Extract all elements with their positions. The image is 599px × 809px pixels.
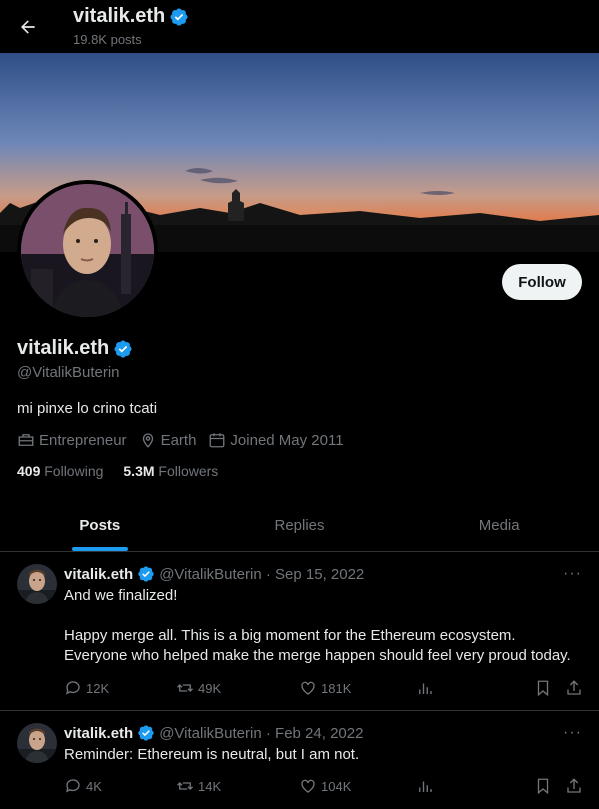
repost-button[interactable]: 49K	[176, 679, 221, 697]
repost-icon	[177, 684, 193, 692]
post-actions: 4K 14K 104K	[64, 777, 584, 797]
repost-icon	[177, 782, 193, 790]
tab-label: Media	[478, 517, 520, 534]
reply-count: 12K	[86, 680, 110, 696]
post-header: vitalik.eth @VitalikButerin · Sep 15, 20…	[64, 565, 364, 583]
reply-button[interactable]: 4K	[64, 777, 102, 795]
followers-count: 5.3M	[123, 463, 155, 479]
reply-count: 4K	[86, 778, 102, 794]
post-author-name[interactable]: vitalik.eth	[64, 566, 133, 583]
post-avatar[interactable]	[17, 723, 57, 763]
briefcase-icon	[18, 434, 34, 446]
verified-icon	[137, 724, 155, 742]
tab-posts[interactable]: Posts	[0, 500, 200, 551]
reply-icon	[65, 681, 80, 695]
bookmark-icon	[537, 680, 549, 697]
post-handle-date[interactable]: @VitalikButerin · Feb 24, 2022	[159, 725, 363, 742]
reply-icon	[65, 779, 80, 793]
repost-count: 49K	[198, 680, 222, 696]
like-button[interactable]: 104K	[299, 777, 351, 795]
follow-stats: 409 Following 5.3M Followers	[17, 463, 218, 479]
bookmark-icon	[537, 778, 549, 795]
verified-icon	[169, 7, 189, 27]
post-item[interactable]: vitalik.eth @VitalikButerin · Feb 24, 20…	[0, 711, 599, 809]
verified-icon	[137, 565, 155, 583]
followers-link[interactable]: 5.3M Followers	[123, 463, 218, 479]
post-text: And we finalized! Happy merge all. This …	[64, 586, 589, 666]
views-button[interactable]	[416, 777, 434, 795]
profile-avatar[interactable]	[17, 180, 158, 321]
meta-location: Earth	[139, 431, 197, 449]
reply-button[interactable]: 12K	[64, 679, 109, 697]
page-title: vitalik.eth	[73, 5, 189, 28]
post-actions: 12K 49K 181K	[64, 679, 584, 699]
tab-replies[interactable]: Replies	[200, 500, 400, 551]
occupation-text: Entrepreneur	[39, 431, 127, 449]
profile-handle: @VitalikButerin	[17, 364, 120, 381]
share-icon	[567, 778, 581, 793]
following-link[interactable]: 409 Following	[17, 463, 103, 479]
calendar-icon	[209, 433, 225, 448]
heart-icon	[301, 779, 315, 793]
profile-bio: mi pinxe lo crino tcati	[17, 400, 158, 417]
share-button[interactable]	[565, 679, 583, 697]
meta-occupation: Entrepreneur	[17, 431, 127, 449]
location-text: Earth	[160, 431, 197, 449]
header-title: vitalik.eth	[73, 5, 166, 27]
post-header: vitalik.eth @VitalikButerin · Feb 24, 20…	[64, 724, 363, 742]
post-line: Everyone who helped make the merge happe…	[64, 647, 571, 664]
bookmark-button[interactable]	[534, 777, 552, 795]
like-count: 181K	[321, 680, 352, 696]
bookmark-button[interactable]	[534, 679, 552, 697]
profile-name-text: vitalik.eth	[17, 337, 110, 359]
arrow-left-icon[interactable]	[14, 13, 42, 41]
joined-text: Joined May 2011	[230, 431, 344, 449]
bar-chart-icon	[419, 683, 432, 694]
views-button[interactable]	[416, 679, 434, 697]
profile-meta: Entrepreneur Earth Joined May 2011	[17, 431, 356, 449]
following-count: 409	[17, 463, 41, 479]
top-bar: vitalik.eth 19.8K posts	[0, 0, 599, 53]
share-button[interactable]	[565, 777, 583, 795]
repost-count: 14K	[198, 778, 222, 794]
tab-media[interactable]: Media	[399, 500, 599, 551]
more-icon[interactable]: ···	[563, 565, 582, 583]
post-item[interactable]: vitalik.eth @VitalikButerin · Sep 15, 20…	[0, 552, 599, 711]
like-count: 104K	[321, 778, 352, 794]
post-line: And we finalized!	[64, 587, 178, 604]
repost-button[interactable]: 14K	[176, 777, 221, 795]
following-label: Following	[44, 463, 104, 479]
meta-joined: Joined May 2011	[208, 431, 344, 449]
like-button[interactable]: 181K	[299, 679, 351, 697]
tab-indicator	[71, 547, 128, 551]
post-line: Happy merge all. This is a big moment fo…	[64, 627, 516, 644]
post-line: Reminder: Ethereum is neutral, but I am …	[64, 746, 360, 763]
post-author-name[interactable]: vitalik.eth	[64, 725, 133, 742]
post-text: Reminder: Ethereum is neutral, but I am …	[64, 745, 589, 765]
bar-chart-icon	[419, 781, 432, 792]
profile-tabs: Posts Replies Media	[0, 500, 599, 552]
location-pin-icon	[142, 433, 153, 448]
heart-icon	[301, 681, 315, 695]
more-icon[interactable]: ···	[563, 724, 582, 742]
profile-name: vitalik.eth	[17, 337, 133, 360]
tab-label: Replies	[274, 517, 325, 534]
post-handle-date[interactable]: @VitalikButerin · Sep 15, 2022	[159, 566, 364, 583]
followers-label: Followers	[158, 463, 219, 479]
verified-icon[interactable]	[113, 339, 133, 359]
post-avatar[interactable]	[17, 564, 57, 604]
posts-count: 19.8K posts	[73, 32, 142, 47]
follow-button[interactable]: Follow	[502, 264, 582, 300]
share-icon	[567, 680, 581, 695]
post-line	[64, 606, 589, 626]
tab-label: Posts	[79, 517, 121, 534]
